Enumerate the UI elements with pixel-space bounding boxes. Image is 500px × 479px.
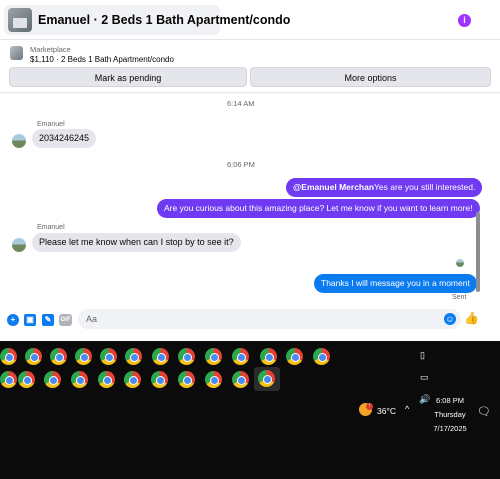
sender-avatar[interactable]: [12, 134, 26, 148]
mention[interactable]: @Emanuel Merchan: [293, 182, 374, 192]
chat-header: Emanuel · 2 Beds 1 Bath Apartment/condo …: [0, 0, 500, 40]
chrome-icon[interactable]: [25, 348, 42, 365]
emoji-icon[interactable]: ☺: [444, 313, 456, 325]
weather-alert-icon: !: [366, 403, 373, 410]
chrome-icon[interactable]: [98, 371, 115, 388]
clock-day: Thursday: [434, 410, 466, 419]
chrome-icon[interactable]: [71, 371, 88, 388]
listing-thumbnail[interactable]: [10, 46, 23, 60]
scrollbar[interactable]: [476, 212, 480, 292]
windows-taskbar: [0, 341, 500, 479]
chrome-icon[interactable]: [232, 348, 249, 365]
outgoing-message[interactable]: @Emanuel MerchanYes are you still intere…: [286, 178, 483, 197]
message-timestamp: 6:14 AM: [227, 99, 255, 108]
outgoing-message[interactable]: Thanks I will message you in a moment: [314, 274, 477, 293]
message-timestamp: 6:06 PM: [227, 160, 255, 169]
chrome-icon[interactable]: [125, 348, 142, 365]
gif-icon[interactable]: GIF: [59, 314, 72, 326]
read-receipt-avatar: [456, 259, 464, 267]
chrome-icon[interactable]: [260, 348, 277, 365]
chrome-icon[interactable]: [151, 371, 168, 388]
thumbs-up-icon[interactable]: 👍: [464, 311, 479, 325]
listing-avatar[interactable]: [8, 8, 32, 32]
plus-icon[interactable]: +: [7, 314, 19, 326]
info-icon[interactable]: i: [458, 14, 471, 27]
image-icon[interactable]: ▣: [24, 314, 36, 326]
sticker-icon[interactable]: ✎: [42, 314, 54, 326]
chrome-icon[interactable]: [178, 371, 195, 388]
chrome-icon[interactable]: [258, 370, 275, 387]
chrome-icon[interactable]: [313, 348, 330, 365]
more-options-button[interactable]: More options: [250, 67, 491, 87]
chevron-up-icon[interactable]: ^: [405, 404, 409, 414]
chrome-icon[interactable]: [100, 348, 117, 365]
message-input[interactable]: [78, 309, 461, 329]
listing-title[interactable]: $1,110 · 2 Beds 1 Bath Apartment/condo: [30, 55, 174, 64]
temperature[interactable]: 36°C: [377, 406, 396, 416]
clock-date: 7/17/2025: [433, 424, 467, 433]
chrome-icon[interactable]: [178, 348, 195, 365]
listing-source: Marketplace: [30, 45, 71, 54]
incoming-message[interactable]: 2034246245: [32, 129, 97, 148]
sender-avatar[interactable]: [12, 238, 26, 252]
chrome-icon[interactable]: [205, 348, 222, 365]
chrome-icon[interactable]: [50, 348, 67, 365]
chrome-icon[interactable]: [232, 371, 249, 388]
sender-name: Emanuel: [37, 224, 65, 231]
chrome-icon[interactable]: [152, 348, 169, 365]
monitor-icon[interactable]: ▭: [420, 372, 429, 383]
divider: [0, 92, 500, 93]
volume-icon[interactable]: 🔊: [419, 394, 430, 405]
mark-as-pending-button[interactable]: Mark as pending: [9, 67, 247, 87]
chrome-icon[interactable]: [0, 348, 17, 365]
delivery-status: Sent: [452, 294, 467, 301]
chat-title[interactable]: Emanuel · 2 Beds 1 Bath Apartment/condo: [38, 13, 290, 27]
outgoing-message[interactable]: Are you curious about this amazing place…: [157, 199, 480, 218]
system-clock[interactable]: 6:08 PM Thursday 7/17/2025: [430, 394, 470, 436]
notification-icon[interactable]: 🗨: [477, 405, 491, 418]
chrome-icon[interactable]: [205, 371, 222, 388]
chrome-icon[interactable]: [44, 371, 61, 388]
incoming-message[interactable]: Please let me know when can I stop by to…: [32, 233, 241, 252]
chrome-icon[interactable]: [18, 371, 35, 388]
sender-name: Emanuel: [37, 121, 65, 128]
device-icon[interactable]: ▯: [420, 350, 425, 361]
chrome-icon[interactable]: [124, 371, 141, 388]
message-text: Yes are you still interested.: [374, 182, 476, 192]
chrome-icon[interactable]: [75, 348, 92, 365]
chrome-icon[interactable]: [0, 371, 17, 388]
clock-time: 6:08 PM: [436, 396, 464, 405]
chrome-icon[interactable]: [286, 348, 303, 365]
